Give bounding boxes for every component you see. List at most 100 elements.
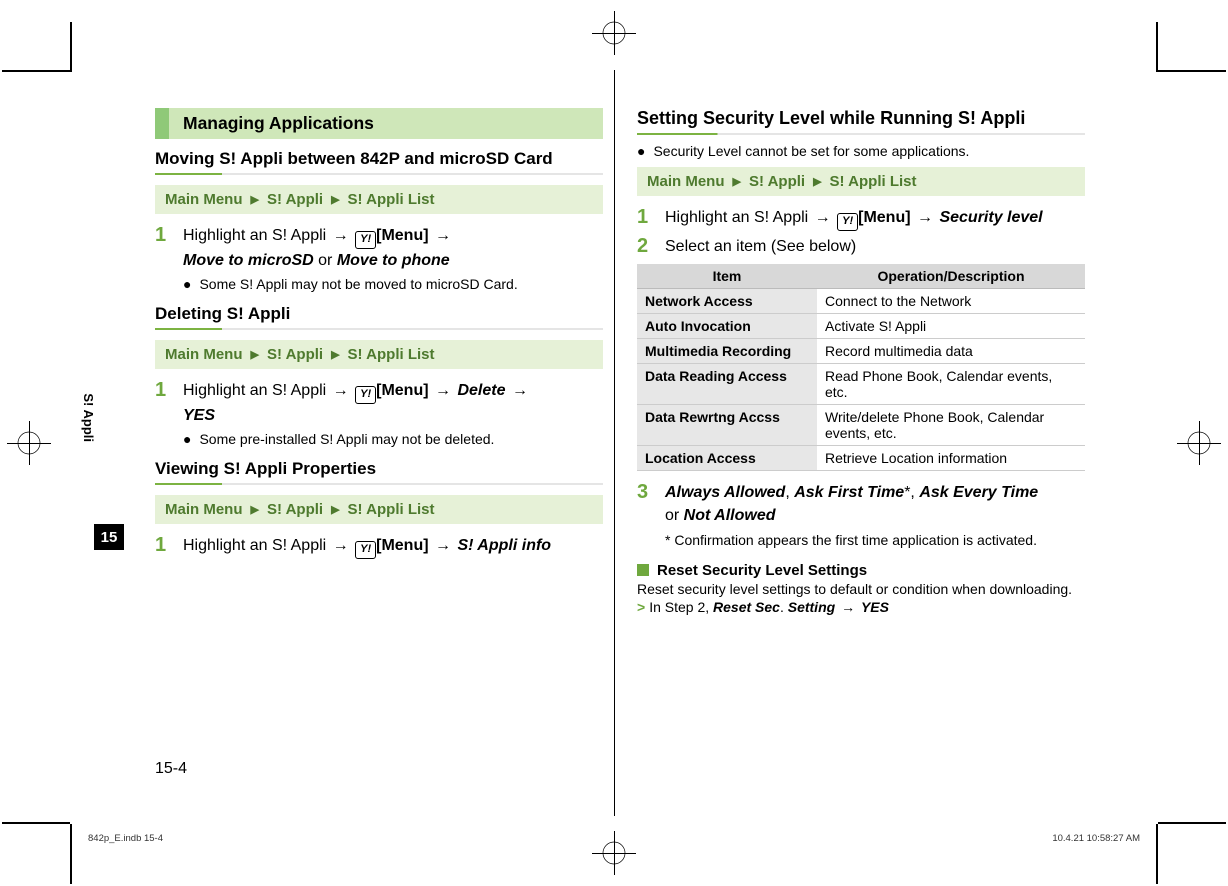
option: Reset Sec bbox=[713, 599, 780, 615]
chevron-right-icon: ▶ bbox=[331, 193, 339, 206]
subsection-title: Setting Security Level while Running S! … bbox=[637, 108, 1085, 129]
crop-mark bbox=[1158, 70, 1226, 72]
step-number: 1 bbox=[155, 224, 173, 272]
section-banner: Managing Applications bbox=[155, 108, 603, 139]
bullet-icon: ● bbox=[637, 143, 645, 159]
crumb: Main Menu bbox=[165, 191, 243, 208]
option: S! Appli info bbox=[457, 537, 551, 554]
arrow-right-icon: → bbox=[915, 209, 935, 226]
cell-value: Write/delete Phone Book, Calendar events… bbox=[817, 405, 1085, 446]
arrow-right-icon: → bbox=[331, 537, 351, 554]
chevron-right-icon: > bbox=[637, 599, 649, 615]
option: Not Allowed bbox=[684, 507, 776, 524]
chevron-right-icon: ▶ bbox=[251, 348, 259, 361]
reset-step: >In Step 2, Reset Sec. Setting → YES bbox=[637, 599, 1085, 615]
arrow-right-icon: → bbox=[433, 382, 453, 399]
step-body: Highlight an S! Appli → Y![Menu] → S! Ap… bbox=[183, 534, 603, 559]
square-bullet-icon bbox=[637, 564, 649, 576]
note: ● Security Level cannot be set for some … bbox=[637, 143, 1085, 159]
option: Delete bbox=[457, 382, 505, 399]
registration-mark bbox=[601, 840, 627, 866]
subsection-title: Deleting S! Appli bbox=[155, 304, 603, 324]
crumb: S! Appli bbox=[267, 191, 323, 208]
crumb: Main Menu bbox=[165, 346, 243, 363]
right-column: Setting Security Level while Running S! … bbox=[637, 108, 1085, 615]
chevron-right-icon: ▶ bbox=[733, 175, 741, 188]
crop-mark bbox=[70, 22, 72, 72]
crop-mark bbox=[1156, 824, 1158, 884]
step-number: 3 bbox=[637, 481, 655, 527]
or-text: or bbox=[665, 507, 684, 524]
option: Ask Every Time bbox=[919, 484, 1038, 501]
menu-label: [Menu] bbox=[858, 209, 910, 226]
arrow-right-icon: → bbox=[433, 227, 453, 244]
footnote: * Confirmation appears the first time ap… bbox=[637, 532, 1085, 548]
menu-label: [Menu] bbox=[376, 382, 428, 399]
footer-right: 10.4.21 10:58:27 AM bbox=[1052, 833, 1140, 844]
breadcrumb: Main Menu ▶ S! Appli ▶ S! Appli List bbox=[637, 167, 1085, 196]
crumb: S! Appli bbox=[749, 173, 805, 190]
y-key-icon: Y! bbox=[355, 541, 376, 559]
step-text: Highlight an S! Appli bbox=[665, 209, 808, 226]
crumb: S! Appli bbox=[267, 501, 323, 518]
step: 1 Highlight an S! Appli → Y![Menu] → Mov… bbox=[155, 224, 603, 272]
crumb: Main Menu bbox=[165, 501, 243, 518]
y-key-icon: Y! bbox=[355, 386, 376, 404]
note-text: Some pre-installed S! Appli may not be d… bbox=[199, 431, 494, 447]
step-number: 1 bbox=[155, 379, 173, 427]
footer-left: 842p_E.indb 15-4 bbox=[88, 833, 163, 844]
step-text: Highlight an S! Appli bbox=[183, 382, 326, 399]
step-number: 1 bbox=[637, 206, 655, 231]
rule bbox=[155, 173, 603, 175]
y-key-icon: Y! bbox=[837, 213, 858, 231]
table-row: Multimedia RecordingRecord multimedia da… bbox=[637, 339, 1085, 364]
crumb: Main Menu bbox=[647, 173, 725, 190]
cell-key: Data Rewrtng Accss bbox=[637, 405, 817, 446]
chevron-right-icon: ▶ bbox=[251, 193, 259, 206]
crop-mark bbox=[1158, 822, 1226, 824]
or-text: or bbox=[314, 252, 337, 269]
note-text: Security Level cannot be set for some ap… bbox=[653, 143, 969, 159]
menu-label: [Menu] bbox=[376, 537, 428, 554]
subsection-title: Moving S! Appli between 842P and microSD… bbox=[155, 149, 603, 169]
arrow-right-icon: → bbox=[331, 227, 351, 244]
sep: . bbox=[780, 599, 788, 615]
crop-mark bbox=[2, 70, 70, 72]
option: Ask First Time bbox=[794, 484, 904, 501]
footnote-text: Confirmation appears the first time appl… bbox=[670, 532, 1037, 548]
cell-key: Network Access bbox=[637, 289, 817, 314]
option: Security level bbox=[939, 209, 1042, 226]
bullet-icon: ● bbox=[183, 276, 191, 292]
table-row: Network AccessConnect to the Network bbox=[637, 289, 1085, 314]
cell-value: Connect to the Network bbox=[817, 289, 1085, 314]
left-column: Managing Applications Moving S! Appli be… bbox=[155, 108, 603, 615]
option: Move to microSD bbox=[183, 252, 314, 269]
chevron-right-icon: ▶ bbox=[331, 503, 339, 516]
registration-mark bbox=[601, 20, 627, 46]
page-content: Managing Applications Moving S! Appli be… bbox=[155, 108, 1085, 615]
cell-value: Record multimedia data bbox=[817, 339, 1085, 364]
note-text: Some S! Appli may not be moved to microS… bbox=[199, 276, 517, 292]
table-row: Data Reading AccessRead Phone Book, Cale… bbox=[637, 364, 1085, 405]
step-body: Highlight an S! Appli → Y![Menu] → Move … bbox=[183, 224, 603, 272]
breadcrumb: Main Menu ▶ S! Appli ▶ S! Appli List bbox=[155, 340, 603, 369]
arrow-right-icon: → bbox=[331, 382, 351, 399]
menu-label: [Menu] bbox=[376, 227, 428, 244]
reset-lead: In Step 2, bbox=[649, 599, 713, 615]
arrow-right-icon: → bbox=[433, 537, 453, 554]
crop-mark bbox=[70, 824, 72, 884]
rule bbox=[155, 483, 603, 485]
reset-description: Reset security level settings to default… bbox=[637, 581, 1085, 597]
arrow-right-icon: → bbox=[813, 209, 833, 226]
banner-title: Managing Applications bbox=[169, 108, 603, 139]
crumb: S! Appli List bbox=[348, 501, 435, 518]
chevron-right-icon: ▶ bbox=[813, 175, 821, 188]
cell-value: Activate S! Appli bbox=[817, 314, 1085, 339]
cell-key: Data Reading Access bbox=[637, 364, 817, 405]
y-key-icon: Y! bbox=[355, 231, 376, 249]
step-number: 1 bbox=[155, 534, 173, 559]
bullet-icon: ● bbox=[183, 431, 191, 447]
arrow-right-icon: → bbox=[510, 382, 530, 399]
step-text: Highlight an S! Appli bbox=[183, 227, 326, 244]
step: 1 Highlight an S! Appli → Y![Menu] → S! … bbox=[155, 534, 603, 559]
